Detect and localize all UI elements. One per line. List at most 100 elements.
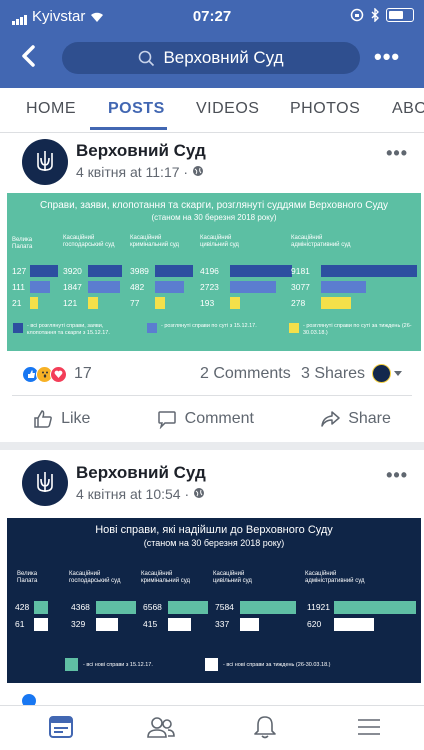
globe-icon (192, 166, 203, 176)
status-bar: Kyivstar 07:27 (0, 0, 424, 34)
infographic-bar (168, 618, 191, 631)
tab-videos[interactable]: VIDEOS (196, 100, 259, 118)
infographic-value: 2723 (200, 282, 219, 292)
infographic-bar (96, 618, 118, 631)
infographic-value: 3077 (291, 282, 310, 292)
divider (12, 395, 412, 396)
shares-count-link[interactable]: 3 Shares (301, 365, 365, 383)
status-right (350, 8, 414, 22)
column-label: Касаційний адміністративний суд (305, 571, 365, 584)
infographic-value: 193 (200, 298, 215, 308)
avatar[interactable] (22, 460, 68, 506)
infographic-bar (155, 297, 165, 309)
infographic-value: 4196 (200, 266, 219, 276)
chevron-left-icon (22, 45, 35, 67)
infographic-value: 6568 (143, 602, 162, 612)
post-author[interactable]: Верховний Суд (76, 463, 206, 483)
post-options-button[interactable]: ••• (386, 465, 408, 486)
infographic-bar (88, 297, 98, 309)
hamburger-menu-icon (358, 719, 380, 735)
notifications-tab[interactable] (252, 714, 282, 742)
infographic-bar (321, 281, 366, 293)
like-button[interactable]: Like (33, 409, 90, 429)
infographic-value: 4368 (71, 602, 90, 612)
like-label: Like (61, 410, 91, 427)
page-avatar (372, 364, 391, 383)
caret-down-icon (394, 370, 402, 376)
back-button[interactable] (20, 44, 50, 74)
share-label: Share (348, 410, 391, 427)
menu-tab[interactable] (356, 714, 386, 742)
column-label: Касаційний цивільний суд (213, 571, 252, 584)
column-label: Велика Палата (17, 571, 38, 584)
active-tab-indicator (90, 127, 167, 130)
infographic-value: 329 (71, 619, 86, 629)
search-bar[interactable]: Верховний Суд (62, 42, 360, 74)
infographic-value: 7584 (215, 602, 234, 612)
infographic-value: 111 (12, 282, 25, 292)
infographic-bar (155, 265, 193, 277)
post-author[interactable]: Верховний Суд (76, 141, 206, 161)
bell-icon (254, 716, 276, 739)
bottom-nav (0, 705, 424, 750)
infographic-value: 77 (130, 298, 140, 308)
post-options-button[interactable]: ••• (386, 143, 408, 164)
infographic-value: 11921 (307, 602, 331, 612)
post-infographic-2[interactable]: Нові справи, які надійшли до Верховного … (7, 518, 421, 683)
infographic-bar (230, 297, 240, 309)
tab-about[interactable]: ABO (392, 100, 424, 118)
comments-count-link[interactable]: 2 Comments (200, 365, 291, 383)
post-actions: Like Comment Share (0, 397, 424, 441)
tab-posts[interactable]: POSTS (108, 100, 165, 118)
infographic-bar (168, 601, 208, 614)
infographic-value: 3989 (130, 266, 149, 276)
thumbs-up-icon (34, 410, 52, 428)
news-feed-tab[interactable] (48, 714, 78, 742)
battery-icon (386, 8, 414, 22)
infographic-bar (96, 601, 136, 614)
column-label: Касаційний адміністративний суд (291, 235, 351, 248)
column-label: Касаційний цивільний суд (200, 235, 239, 248)
comment-button[interactable]: Comment (157, 409, 254, 429)
reactions-summary[interactable]: 17 (22, 365, 92, 383)
post-date[interactable]: 4 квітня at 11:17 · (76, 164, 192, 180)
tab-home[interactable]: HOME (26, 100, 76, 118)
post-date[interactable]: 4 квітня at 10:54 · (76, 486, 193, 502)
legend-text: - розглянуті справи по суті з 15.12.17. (161, 323, 257, 329)
trident-emblem-icon (37, 472, 53, 492)
share-button[interactable]: Share (320, 409, 391, 429)
column-label: Касаційний кримінальний суд (141, 571, 191, 584)
legend-text: - всі нові справи з 15.12.17. (83, 662, 153, 668)
infographic-bar (334, 618, 374, 631)
news-feed-icon (49, 716, 73, 738)
avatar[interactable] (22, 139, 68, 185)
infographic-bar (321, 297, 351, 309)
infographic-bar (34, 618, 48, 631)
infographic-value: 3920 (63, 266, 82, 276)
groups-tab[interactable] (146, 714, 176, 742)
infographic-bar (321, 265, 417, 277)
infographic-bar (240, 618, 259, 631)
like-reaction-icon (22, 694, 36, 705)
infographic-value: 21 (12, 298, 22, 308)
page-selector-button[interactable] (372, 364, 402, 383)
bluetooth-icon (371, 8, 379, 22)
infographic-value: 620 (307, 619, 322, 629)
column-label: Касаційний господарський суд (69, 571, 121, 584)
infographic-subtitle: (станом на 30 березня 2018 року) (143, 538, 285, 548)
infographic-value: 1847 (63, 282, 82, 292)
post-infographic-1[interactable]: Справи, заяви, клопотання та скарги, роз… (7, 193, 421, 351)
infographic-bar (88, 265, 122, 277)
infographic-bar (30, 281, 50, 293)
tab-photos[interactable]: PHOTOS (290, 100, 360, 118)
page-tabs: HOME POSTS VIDEOS PHOTOS ABO (0, 88, 424, 133)
more-options-button[interactable]: ••• (374, 44, 400, 70)
comment-icon (157, 411, 176, 429)
infographic-title: Нові справи, які надійшли до Верховного … (95, 524, 333, 536)
search-text: Верховний Суд (163, 48, 284, 67)
reactions-count: 17 (74, 365, 92, 382)
infographic-bar (30, 297, 38, 309)
legend-text: - всі розглянуті справи, заяви, клопотан… (27, 323, 110, 336)
infographic-bar (334, 601, 416, 614)
post-card: Верховний Суд 4 квітня at 10:54 · ••• Но… (0, 450, 424, 705)
